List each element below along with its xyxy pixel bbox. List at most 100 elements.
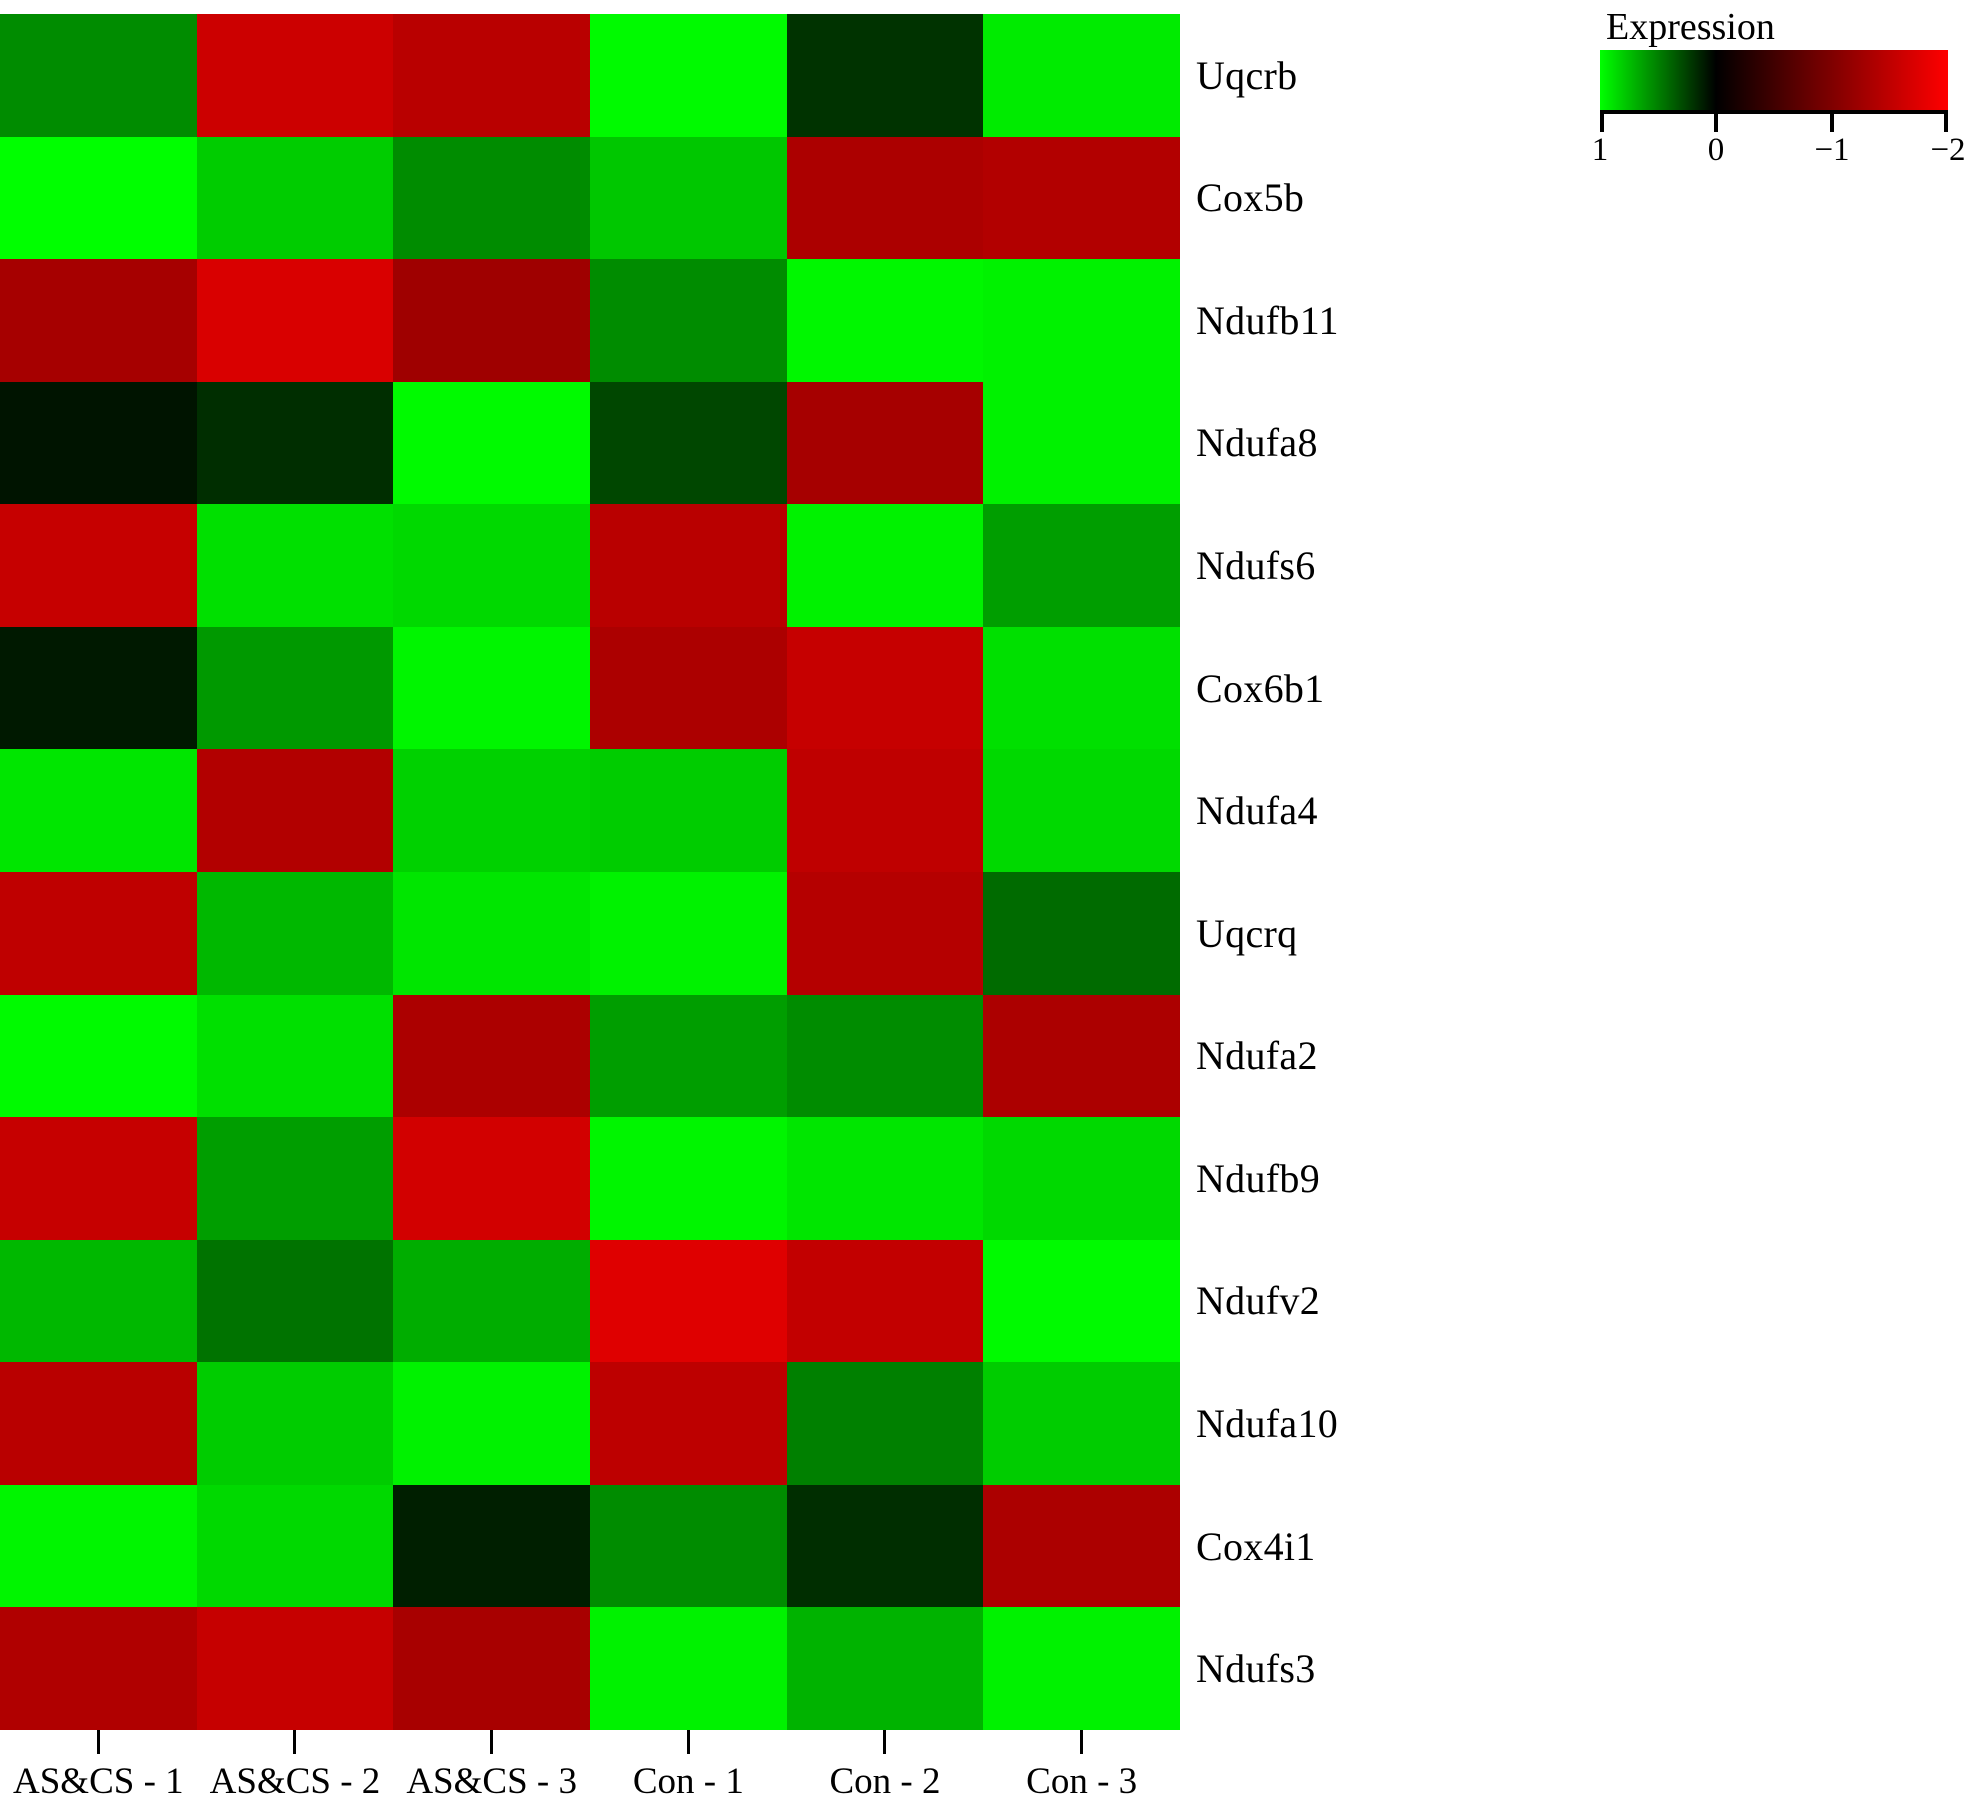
- heatmap-cell: [0, 1484, 197, 1608]
- colorbar-tick: [1830, 110, 1834, 132]
- heatmap-cell: [786, 994, 984, 1118]
- row-label: Ndufa10: [1196, 1401, 1339, 1447]
- column-tick: [197, 1730, 394, 1760]
- heatmap-cell: [983, 381, 1180, 505]
- heatmap-cell: [786, 381, 984, 505]
- colorbar-gradient: [1600, 50, 1948, 110]
- heatmap-cell: [0, 1362, 197, 1485]
- heatmap-cell: [786, 14, 984, 137]
- heatmap-figure: Uqcrb Cox5b Ndufb11 Ndufa8 Ndufs6 Cox6b1 Ndufa…: [0, 0, 1965, 1815]
- row-label: Uqcrb: [1196, 52, 1298, 98]
- heatmap-cell: [590, 749, 787, 872]
- heatmap-cell: [983, 994, 1180, 1118]
- column-axis: AS&CS - 1 AS&CS - 2 AS&CS - 3 Con - 1 Con - …: [0, 1730, 1180, 1815]
- column-label: AS&CS - 3: [406, 1761, 577, 1802]
- colorbar-tick-label: −2: [1930, 132, 1965, 168]
- heatmap-cell: [0, 504, 197, 627]
- row-label: Ndufs6: [1196, 543, 1316, 589]
- heatmap-cell: [393, 749, 590, 872]
- heatmap-cell: [983, 1607, 1180, 1730]
- heatmap-cell: [0, 259, 197, 382]
- heatmap-cell: [786, 259, 984, 382]
- heatmap-cell: [196, 259, 394, 382]
- legend-title: Expression: [1606, 6, 1775, 48]
- heatmap-cell: [393, 1239, 590, 1363]
- heatmap-cell: [590, 871, 787, 995]
- heatmap-cell: [196, 1607, 394, 1730]
- heatmap-cell: [590, 1117, 787, 1240]
- heatmap-cell: [393, 1362, 590, 1485]
- heatmap-cell: [196, 749, 394, 872]
- heatmap-cell: [786, 1117, 984, 1240]
- tick-mark-icon: [686, 1730, 690, 1754]
- heatmap-cell: [393, 1607, 590, 1730]
- heatmap-cell: [590, 504, 787, 627]
- colorbar: [1600, 50, 1948, 110]
- heatmap-cell: [196, 136, 394, 260]
- row-label: Ndufb11: [1196, 297, 1339, 343]
- heatmap-cell: [590, 14, 787, 137]
- heatmap-grid: [0, 14, 1180, 1730]
- heatmap-cell: [786, 1239, 984, 1363]
- heatmap-cell: [393, 381, 590, 505]
- colorbar-tick: [1713, 110, 1718, 132]
- heatmap-cell: [983, 1117, 1180, 1240]
- column-tick: [983, 1730, 1180, 1760]
- heatmap-cell: [393, 1117, 590, 1240]
- heatmap-cell: [786, 136, 984, 260]
- heatmap-cell: [590, 1607, 787, 1730]
- heatmap-cell: [393, 504, 590, 627]
- heatmap-cell: [983, 626, 1180, 750]
- row-label: Ndufa2: [1196, 1033, 1318, 1079]
- heatmap-cell: [0, 1607, 197, 1730]
- heatmap-cell: [393, 136, 590, 260]
- heatmap-cell: [983, 14, 1180, 137]
- tick-mark-icon: [490, 1730, 494, 1754]
- row-label: Uqcrq: [1196, 910, 1298, 956]
- tick-mark-icon: [293, 1730, 297, 1754]
- heatmap-cell: [983, 259, 1180, 382]
- heatmap-plot: [0, 14, 1180, 1730]
- colorbar-axis: [1600, 110, 1948, 132]
- heatmap-cell: [983, 1239, 1180, 1363]
- row-label: Ndufv2: [1196, 1278, 1321, 1324]
- heatmap-cell: [196, 504, 394, 627]
- heatmap-cell: [590, 259, 787, 382]
- heatmap-cell: [590, 381, 787, 505]
- heatmap-cell: [393, 259, 590, 382]
- heatmap-cell: [983, 749, 1180, 872]
- column-tick: [0, 1730, 197, 1760]
- heatmap-cell: [786, 504, 984, 627]
- heatmap-cell: [196, 994, 394, 1118]
- heatmap-cell: [983, 1362, 1180, 1485]
- heatmap-cell: [590, 994, 787, 1118]
- column-tick-row: [0, 1730, 1180, 1760]
- heatmap-cell: [393, 14, 590, 137]
- heatmap-cell: [590, 136, 787, 260]
- row-label: Ndufs3: [1196, 1646, 1316, 1692]
- tick-mark-icon: [883, 1730, 887, 1754]
- heatmap-cell: [196, 626, 394, 750]
- heatmap-cell: [393, 1484, 590, 1608]
- heatmap-cell: [196, 1362, 394, 1485]
- column-tick: [590, 1730, 787, 1760]
- heatmap-cell: [983, 504, 1180, 627]
- heatmap-cell: [786, 1607, 984, 1730]
- row-label: Cox5b: [1196, 175, 1305, 221]
- colorbar-tick-label: 1: [1591, 132, 1609, 168]
- heatmap-cell: [983, 136, 1180, 260]
- heatmap-cell: [983, 1484, 1180, 1608]
- heatmap-cell: [0, 749, 197, 872]
- column-label: Con - 3: [1026, 1761, 1138, 1802]
- colorbar-tick-label: −1: [1814, 132, 1850, 168]
- heatmap-cell: [590, 1239, 787, 1363]
- heatmap-cell: [0, 626, 197, 750]
- colorbar-tick: [1600, 110, 1604, 132]
- heatmap-cell: [196, 381, 394, 505]
- heatmap-cell: [786, 749, 984, 872]
- column-label: AS&CS - 1: [13, 1761, 184, 1802]
- column-tick: [393, 1730, 590, 1760]
- row-label-axis: Uqcrb Cox5b Ndufb11 Ndufa8 Ndufs6 Cox6b1 Ndufa…: [1190, 14, 1610, 1730]
- heatmap-cell: [0, 1117, 197, 1240]
- heatmap-cell: [0, 381, 197, 505]
